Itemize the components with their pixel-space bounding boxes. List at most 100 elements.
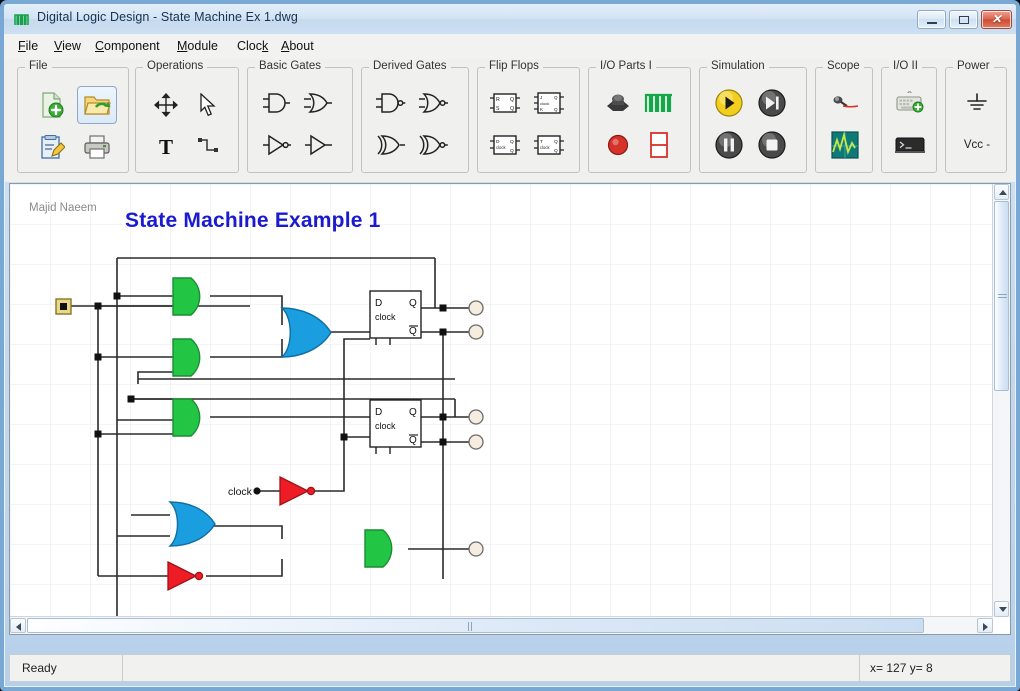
vcc-icon: Vcc - — [964, 139, 990, 151]
jk-flipflop-button[interactable]: J clock K Q Q — [529, 84, 569, 122]
and-gate-1 — [173, 278, 200, 315]
group-title-file: File — [25, 60, 52, 72]
menu-item-about[interactable]: About — [279, 39, 316, 53]
group-title-basic-gates: Basic Gates — [255, 60, 325, 72]
vertical-scroll-thumb[interactable] — [994, 201, 1009, 391]
svg-text:Q: Q — [510, 106, 514, 112]
nand-gate-icon — [374, 90, 406, 116]
scroll-left-button[interactable] — [10, 618, 26, 633]
led-button[interactable] — [598, 126, 638, 164]
svg-text:Q: Q — [554, 95, 558, 100]
open-file-button[interactable] — [77, 86, 117, 124]
toolbar-group-io-ii: I/O II — [881, 67, 937, 173]
svg-text:clock: clock — [496, 145, 506, 150]
svg-text:Q: Q — [510, 139, 514, 145]
menu-item-component[interactable]: Component — [93, 39, 162, 53]
save-file-button[interactable] — [32, 128, 72, 166]
group-title-simulation: Simulation — [707, 60, 769, 72]
ff1-clock-label: clock — [375, 312, 396, 322]
jk-flipflop-icon: J clock K Q Q — [532, 90, 566, 116]
terminal-button[interactable] — [890, 126, 930, 164]
scroll-up-button[interactable] — [994, 184, 1009, 200]
vcc-button[interactable]: Vcc - — [951, 126, 1003, 164]
switch-button[interactable] — [598, 84, 638, 122]
status-bar: Ready x= 127 y= 8 — [9, 654, 1011, 682]
clock-input-label: clock — [228, 486, 253, 498]
scroll-down-button[interactable] — [994, 601, 1009, 617]
ground-button[interactable] — [957, 84, 997, 122]
ff1-qbar-label: Q — [409, 326, 417, 337]
not-gate-2 — [168, 562, 203, 590]
text-tool-button[interactable]: T — [146, 128, 186, 166]
minimize-button[interactable] — [917, 10, 946, 29]
clock-signal-icon — [644, 92, 674, 114]
probe-button[interactable] — [825, 84, 865, 122]
group-title-scope: Scope — [823, 60, 864, 72]
d-flipflop-button[interactable]: D clock Q Q — [485, 126, 525, 164]
push-button-icon — [603, 90, 633, 116]
led-icon — [606, 133, 630, 157]
nor-gate-button[interactable] — [413, 84, 453, 122]
group-title-io-parts-i: I/O Parts I — [596, 60, 656, 72]
output-pin-5 — [469, 542, 483, 556]
input-switch-component — [56, 299, 71, 314]
t-flipflop-button[interactable]: T clock Q Q — [529, 126, 569, 164]
select-tool-button[interactable] — [188, 86, 228, 124]
run-simulation-button[interactable] — [709, 84, 749, 122]
rs-flipflop-button[interactable]: R S Q Q — [485, 84, 525, 122]
toolbar-group-flip-flops: Flip Flops R S Q Q J — [477, 67, 580, 173]
keyboard-icon — [895, 91, 925, 115]
move-tool-button[interactable] — [146, 86, 186, 124]
menu-item-clock[interactable]: Clock — [235, 39, 270, 53]
horizontal-scroll-thumb[interactable] — [27, 618, 924, 633]
xor-gate-button[interactable] — [370, 126, 410, 164]
menu-item-module[interactable]: Module — [175, 39, 220, 53]
group-title-io-ii: I/O II — [889, 60, 922, 72]
keyboard-button[interactable] — [890, 84, 930, 122]
new-file-button[interactable] — [32, 86, 72, 124]
nand-gate-button[interactable] — [370, 84, 410, 122]
ground-icon — [963, 90, 991, 116]
clock-source-button[interactable] — [639, 84, 679, 122]
group-title-operations: Operations — [143, 60, 207, 72]
svg-text:Q: Q — [510, 148, 514, 154]
ff2-d-label: D — [375, 407, 382, 418]
xnor-gate-button[interactable] — [413, 126, 453, 164]
maximize-icon — [959, 16, 969, 24]
and-gate-button[interactable] — [256, 84, 296, 122]
step-simulation-button[interactable] — [752, 84, 792, 122]
pause-simulation-button[interactable] — [709, 126, 749, 164]
svg-text:clock: clock — [540, 101, 549, 106]
vertical-scrollbar[interactable] — [992, 184, 1010, 617]
close-button[interactable]: ✕ — [981, 10, 1012, 29]
not-gate-icon — [260, 132, 292, 158]
not-gate-button[interactable] — [256, 126, 296, 164]
seven-segment-button[interactable] — [639, 126, 679, 164]
new-file-icon — [38, 91, 66, 119]
maximize-button[interactable] — [949, 10, 978, 29]
ff1-d-label: D — [375, 298, 382, 309]
toolbar-group-scope: Scope — [815, 67, 873, 173]
group-title-derived-gates: Derived Gates — [369, 60, 451, 72]
horizontal-scrollbar[interactable] — [10, 616, 993, 634]
wire-tool-button[interactable] — [188, 128, 228, 166]
menu-bar: File View Component Module Clock About — [4, 34, 1016, 60]
schematic-canvas-frame: Majid Naeem State Machine Example 1 — [9, 183, 1011, 635]
pause-icon — [714, 130, 744, 160]
scroll-right-button[interactable] — [977, 618, 993, 633]
menu-item-view[interactable]: View — [52, 39, 83, 53]
or-gate-button[interactable] — [298, 84, 338, 122]
stop-simulation-button[interactable] — [752, 126, 792, 164]
print-button[interactable] — [77, 128, 117, 166]
scope-button[interactable] — [825, 126, 865, 164]
not-gate-clock — [280, 477, 315, 505]
svg-text:Q: Q — [554, 107, 558, 112]
or-gate-icon — [302, 90, 334, 116]
menu-item-file[interactable]: File — [16, 39, 40, 53]
minimize-icon — [927, 22, 937, 24]
group-title-power: Power — [953, 60, 994, 72]
text-icon: T — [159, 135, 173, 160]
buffer-gate-button[interactable] — [298, 126, 338, 164]
schematic-canvas[interactable]: Majid Naeem State Machine Example 1 — [10, 184, 994, 618]
move-icon — [154, 93, 178, 117]
